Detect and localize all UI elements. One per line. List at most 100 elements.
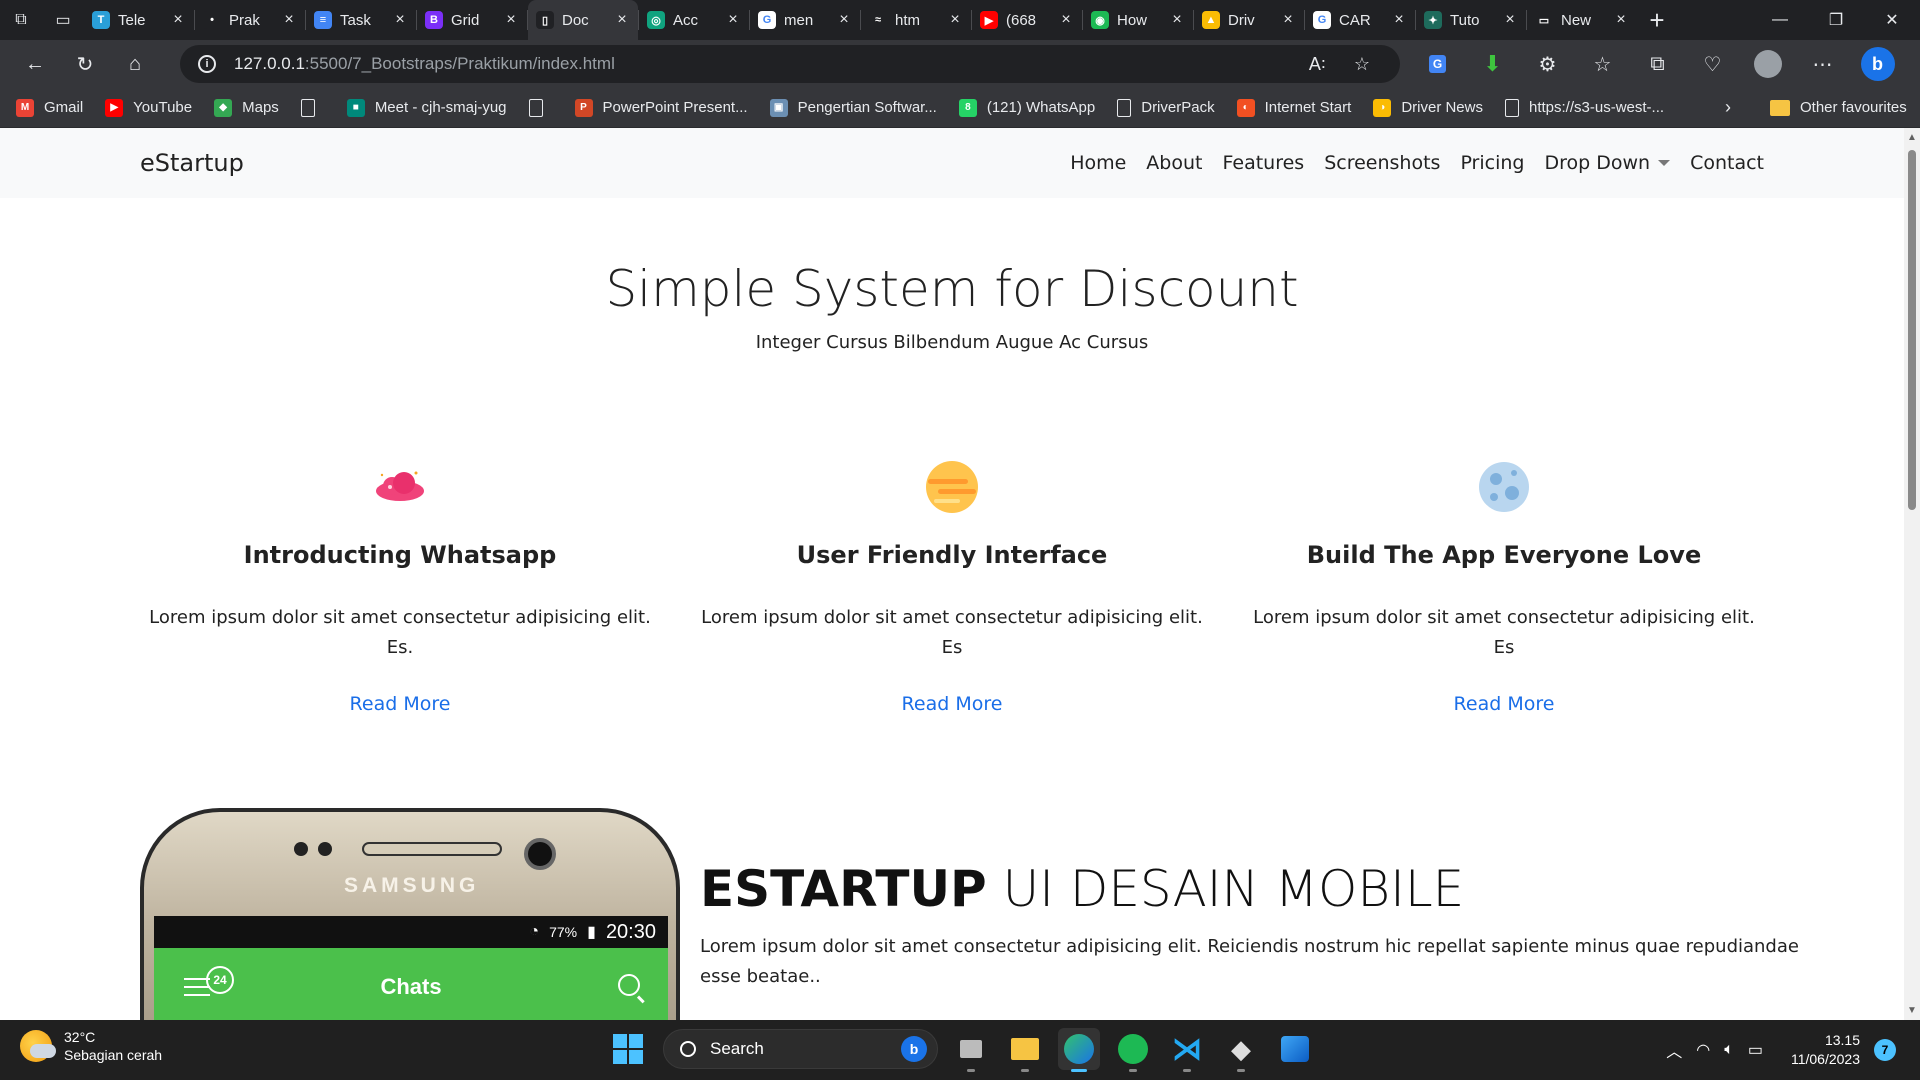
- browser-tab[interactable]: ▶ (668 ×: [972, 4, 1082, 36]
- vscode-app-icon[interactable]: ⋊: [1166, 1028, 1208, 1072]
- restore-button[interactable]: ❐: [1808, 0, 1864, 40]
- tab-close-icon[interactable]: ×: [1169, 11, 1185, 29]
- tab-close-icon[interactable]: ×: [1280, 11, 1296, 29]
- bing-copilot-icon[interactable]: b: [1850, 44, 1905, 84]
- volume-icon[interactable]: 🔈︎: [1724, 1041, 1734, 1059]
- nav-screenshots-link[interactable]: Screenshots: [1324, 152, 1440, 174]
- tab-close-icon[interactable]: ×: [281, 11, 297, 29]
- nav-contact-link[interactable]: Contact: [1690, 152, 1764, 174]
- other-favourites-folder[interactable]: Other favourites: [1770, 99, 1907, 116]
- bookmark-item[interactable]: [528, 98, 553, 117]
- bookmark-item[interactable]: M Gmail: [16, 98, 83, 117]
- notification-count-badge[interactable]: 7: [1874, 1039, 1896, 1061]
- close-window-button[interactable]: ✕: [1864, 0, 1920, 40]
- translate-icon[interactable]: G: [1410, 44, 1465, 84]
- tab-label: CAR: [1339, 11, 1371, 29]
- scrollbar-thumb[interactable]: [1908, 150, 1916, 510]
- bookmarks-overflow-chevron-icon[interactable]: ›: [1725, 97, 1731, 118]
- browser-tab[interactable]: ≡ Task ×: [306, 4, 416, 36]
- inkscape-app-icon[interactable]: ◆: [1220, 1028, 1262, 1072]
- nav-home-link[interactable]: Home: [1070, 152, 1126, 174]
- back-button[interactable]: ←: [10, 44, 60, 84]
- tab-label: Driv: [1228, 11, 1255, 29]
- home-button[interactable]: ⌂: [110, 44, 160, 84]
- page-scrollbar[interactable]: ▲ ▼: [1904, 128, 1920, 1020]
- reload-button[interactable]: ↻: [60, 44, 110, 84]
- tab-close-icon[interactable]: ×: [1613, 11, 1629, 29]
- photos-app-icon[interactable]: [1274, 1028, 1316, 1070]
- tab-close-icon[interactable]: ×: [1391, 11, 1407, 29]
- read-more-link[interactable]: Read More: [1244, 693, 1764, 715]
- favorites-icon[interactable]: ☆: [1575, 44, 1630, 84]
- browser-tab[interactable]: ≈ htm ×: [861, 4, 971, 36]
- download-icon[interactable]: ⬇: [1465, 44, 1520, 84]
- scroll-down-arrow-icon[interactable]: ▼: [1907, 1005, 1917, 1016]
- tab-close-icon[interactable]: ×: [392, 11, 408, 29]
- browser-tab[interactable]: ◎ Acc ×: [639, 4, 749, 36]
- file-explorer-app-icon[interactable]: [1004, 1028, 1046, 1072]
- tab-close-icon[interactable]: ×: [503, 11, 519, 29]
- browser-tab[interactable]: G CAR ×: [1305, 4, 1415, 36]
- tab-close-icon[interactable]: ×: [614, 11, 630, 29]
- battery-tray-icon[interactable]: ▭: [1748, 1040, 1763, 1060]
- bookmark-item[interactable]: 8 (121) WhatsApp: [958, 98, 1095, 117]
- browser-tab[interactable]: Gmen ×: [750, 4, 860, 36]
- favorite-star-icon[interactable]: ☆: [1354, 54, 1370, 75]
- browser-tab[interactable]: ▲ Driv ×: [1194, 4, 1304, 36]
- read-more-link[interactable]: Read More: [692, 693, 1212, 715]
- browser-tab[interactable]: • Prak ×: [195, 4, 305, 36]
- bookmark-item[interactable]: ◐ Internet Start: [1236, 98, 1351, 117]
- caret-down-icon: [1658, 160, 1671, 166]
- read-more-link[interactable]: Read More: [140, 693, 660, 715]
- bookmark-item[interactable]: ▣ Pengertian Softwar...: [769, 98, 937, 117]
- more-menu-icon[interactable]: ⋯: [1795, 44, 1850, 84]
- browser-essentials-icon[interactable]: ♡: [1685, 44, 1740, 84]
- bookmark-item[interactable]: ◆ Maps: [214, 98, 279, 117]
- browser-tab[interactable]: B Grid ×: [417, 4, 527, 36]
- extensions-icon[interactable]: ⚙: [1520, 44, 1575, 84]
- nav-pricing-link[interactable]: Pricing: [1460, 152, 1524, 174]
- site-brand-link[interactable]: eStartup: [140, 149, 244, 177]
- minimize-button[interactable]: —: [1752, 0, 1808, 40]
- site-info-icon[interactable]: i: [198, 55, 216, 73]
- nav-about-link[interactable]: About: [1146, 152, 1202, 174]
- bookmark-item[interactable]: ■ Meet - cjh-smaj-yug: [346, 98, 507, 117]
- bookmark-item[interactable]: [300, 98, 325, 117]
- bookmark-label: Maps: [242, 99, 279, 116]
- bookmark-item[interactable]: ▶ YouTube: [105, 98, 192, 117]
- tab-actions-icon[interactable]: ▭: [42, 0, 84, 40]
- browser-tab[interactable]: ▯ Doc ×: [528, 0, 638, 40]
- bookmark-item[interactable]: https://s3-us-west-...: [1505, 98, 1664, 117]
- bookmark-item[interactable]: DriverPack: [1117, 98, 1215, 117]
- tab-close-icon[interactable]: ×: [725, 11, 741, 29]
- browser-tab[interactable]: ◉ How ×: [1083, 4, 1193, 36]
- read-aloud-icon[interactable]: A꞉: [1309, 54, 1326, 75]
- start-button[interactable]: [613, 1034, 643, 1064]
- tab-close-icon[interactable]: ×: [170, 11, 186, 29]
- tray-overflow-chevron-icon[interactable]: ︿: [1666, 1038, 1682, 1062]
- nav-features-link[interactable]: Features: [1222, 152, 1304, 174]
- taskbar-clock[interactable]: 13.15 11/06/2023: [1791, 1031, 1860, 1069]
- browser-tab[interactable]: ▭ New ×: [1527, 4, 1637, 36]
- tab-close-icon[interactable]: ×: [1502, 11, 1518, 29]
- bookmark-item[interactable]: ◑ Driver News: [1373, 98, 1483, 117]
- profile-avatar[interactable]: [1740, 44, 1795, 84]
- spotify-app-icon[interactable]: [1112, 1028, 1154, 1072]
- edge-app-icon[interactable]: [1058, 1028, 1100, 1072]
- scroll-up-arrow-icon[interactable]: ▲: [1907, 132, 1917, 143]
- address-bar[interactable]: i 127.0.0.1:5500/7_Bootstraps/Praktikum/…: [180, 45, 1400, 83]
- browser-tab[interactable]: ✦ Tuto ×: [1416, 4, 1526, 36]
- collections-icon[interactable]: ⧉: [1630, 44, 1685, 84]
- nav-dropdown-toggle[interactable]: Drop Down: [1544, 152, 1671, 174]
- new-tab-button[interactable]: +: [1637, 5, 1677, 36]
- wifi-tray-icon[interactable]: ◠: [1696, 1040, 1710, 1060]
- bookmark-item[interactable]: P PowerPoint Present...: [574, 98, 748, 117]
- taskbar-search-box[interactable]: Search b: [663, 1029, 938, 1069]
- tab-close-icon[interactable]: ×: [836, 11, 852, 29]
- tab-close-icon[interactable]: ×: [947, 11, 963, 29]
- task-view-app-icon[interactable]: [950, 1028, 992, 1072]
- tab-close-icon[interactable]: ×: [1058, 11, 1074, 29]
- weather-widget[interactable]: 32°C Sebagian cerah: [20, 1028, 162, 1064]
- workspaces-icon[interactable]: ⧉: [0, 0, 42, 40]
- browser-tab[interactable]: T Tele ×: [84, 4, 194, 36]
